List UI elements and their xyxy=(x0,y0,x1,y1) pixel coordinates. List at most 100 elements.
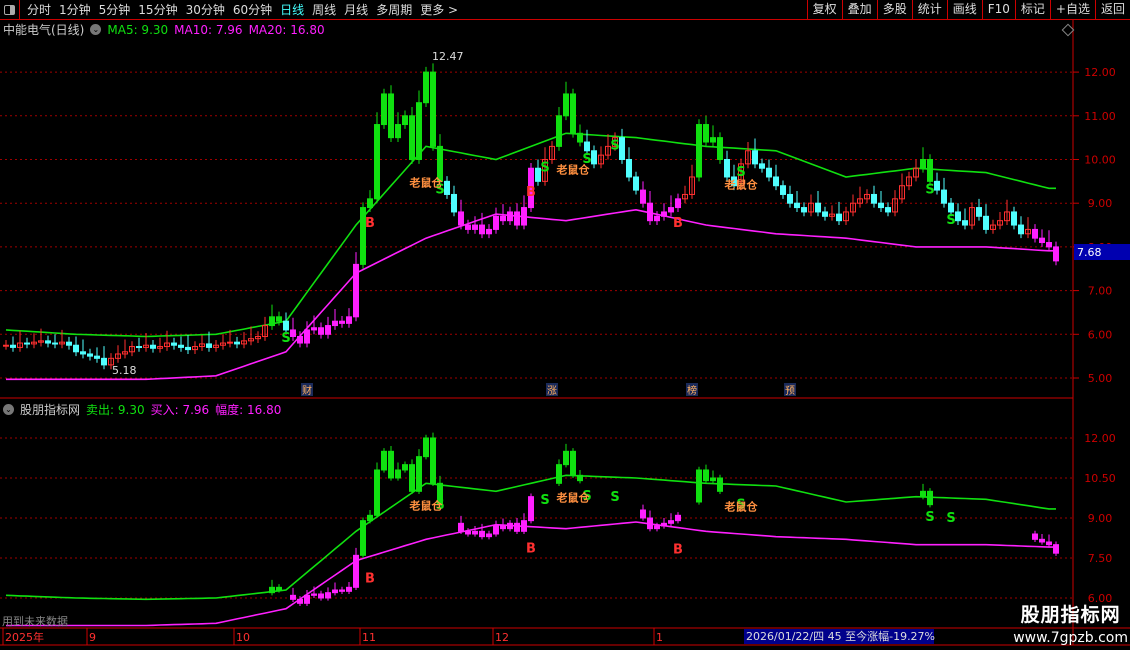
candle-body xyxy=(619,137,625,160)
candle-body xyxy=(514,522,520,532)
candle-body xyxy=(493,525,499,535)
high-price-label: 12.47 xyxy=(432,50,464,63)
candle-body xyxy=(528,496,534,522)
signal-b: B xyxy=(365,571,375,586)
candle-body xyxy=(1018,224,1024,235)
candle-body xyxy=(304,594,310,604)
candle-body xyxy=(276,316,282,322)
candle-body xyxy=(87,353,93,357)
candle-body xyxy=(640,509,646,519)
candle-body xyxy=(311,327,317,331)
signal-s: S xyxy=(925,510,934,525)
candle-body xyxy=(1032,533,1038,540)
candle-body xyxy=(927,159,933,182)
candle-body xyxy=(955,211,961,222)
signal-s: S xyxy=(610,139,619,154)
candle-body xyxy=(1046,541,1052,546)
axis-label: 5.00 xyxy=(1088,372,1113,385)
candle-body xyxy=(570,93,576,134)
axis-label: 12.00 xyxy=(1084,432,1116,445)
status-readout: 2026/01/22/四 45 至今涨幅-19.27% xyxy=(744,629,936,644)
signal-s: S xyxy=(946,213,955,228)
date-label: 2025年 xyxy=(5,630,44,644)
candle-body xyxy=(500,525,506,530)
signal-rat: 老鼠仓 xyxy=(556,491,591,505)
axis-label: 9.00 xyxy=(1088,197,1113,210)
candle-body xyxy=(626,159,632,178)
candle-body xyxy=(647,202,653,222)
candle-body xyxy=(920,490,926,498)
candle-body xyxy=(724,159,730,178)
candle-body xyxy=(493,215,499,230)
candle-body xyxy=(983,215,989,230)
main-buy-line xyxy=(6,208,1056,381)
candle-body xyxy=(353,554,359,588)
signal-s: S xyxy=(281,331,290,346)
candle-body xyxy=(360,520,366,556)
candle-body xyxy=(318,593,324,599)
signal-s: S xyxy=(540,161,549,176)
candle-body xyxy=(395,124,401,139)
candle-body xyxy=(150,344,156,349)
candle-body xyxy=(297,335,303,344)
candle-body xyxy=(227,341,233,344)
current-price-label: 7.68 xyxy=(1077,246,1102,259)
signal-s: S xyxy=(946,511,955,526)
candle-body xyxy=(710,137,716,143)
event-marker-label: 预 xyxy=(785,385,795,397)
candle-body xyxy=(766,167,772,178)
candle-body xyxy=(920,159,926,169)
candle-body xyxy=(318,327,324,335)
date-label: 12 xyxy=(495,631,509,644)
kline-chart[interactable]: 12.0011.0010.009.008.007.006.005.0012.00… xyxy=(0,0,1130,650)
candle-body xyxy=(556,115,562,147)
candle-body xyxy=(472,530,478,535)
candle-body xyxy=(822,211,828,217)
candle-body xyxy=(185,346,191,351)
signal-b: B xyxy=(365,216,375,231)
axis-label: 7.00 xyxy=(1088,285,1113,298)
candle-body xyxy=(584,141,590,152)
candle-body xyxy=(402,115,408,126)
candle-body xyxy=(402,464,408,471)
candle-body xyxy=(269,316,275,327)
candle-body xyxy=(703,469,709,482)
candle-body xyxy=(45,340,51,344)
candle-body xyxy=(570,450,576,476)
candle-body xyxy=(871,193,877,204)
candle-body xyxy=(353,263,359,318)
candle-body xyxy=(675,514,681,522)
axis-label: 10.00 xyxy=(1084,154,1116,167)
candle-body xyxy=(276,586,282,591)
candle-body xyxy=(696,469,702,503)
candle-body xyxy=(136,346,142,349)
candle-body xyxy=(717,477,723,492)
axis-label: 7.50 xyxy=(1088,552,1113,565)
candle-body xyxy=(815,202,821,213)
signal-s: S xyxy=(610,490,619,505)
candle-body xyxy=(52,342,58,345)
candle-body xyxy=(486,228,492,235)
candle-body xyxy=(654,525,660,530)
candle-body xyxy=(514,211,520,226)
candle-body xyxy=(346,316,352,324)
candle-body xyxy=(234,341,240,345)
signal-s: S xyxy=(540,493,549,508)
signal-rat: 老鼠仓 xyxy=(556,163,591,177)
candle-body xyxy=(1053,246,1059,262)
candle-body xyxy=(206,343,212,348)
candle-body xyxy=(66,341,72,346)
candle-body xyxy=(661,522,667,527)
signal-b: B xyxy=(673,543,683,558)
candle-body xyxy=(269,586,275,594)
signal-b: B xyxy=(673,216,683,231)
candle-body xyxy=(962,220,968,226)
candle-body xyxy=(696,124,702,178)
candle-body xyxy=(171,342,177,346)
candle-body xyxy=(633,176,639,191)
candle-body xyxy=(290,594,296,600)
candle-body xyxy=(563,93,569,117)
candle-body xyxy=(563,450,569,466)
candle-body xyxy=(283,320,289,331)
candle-body xyxy=(1039,538,1045,543)
